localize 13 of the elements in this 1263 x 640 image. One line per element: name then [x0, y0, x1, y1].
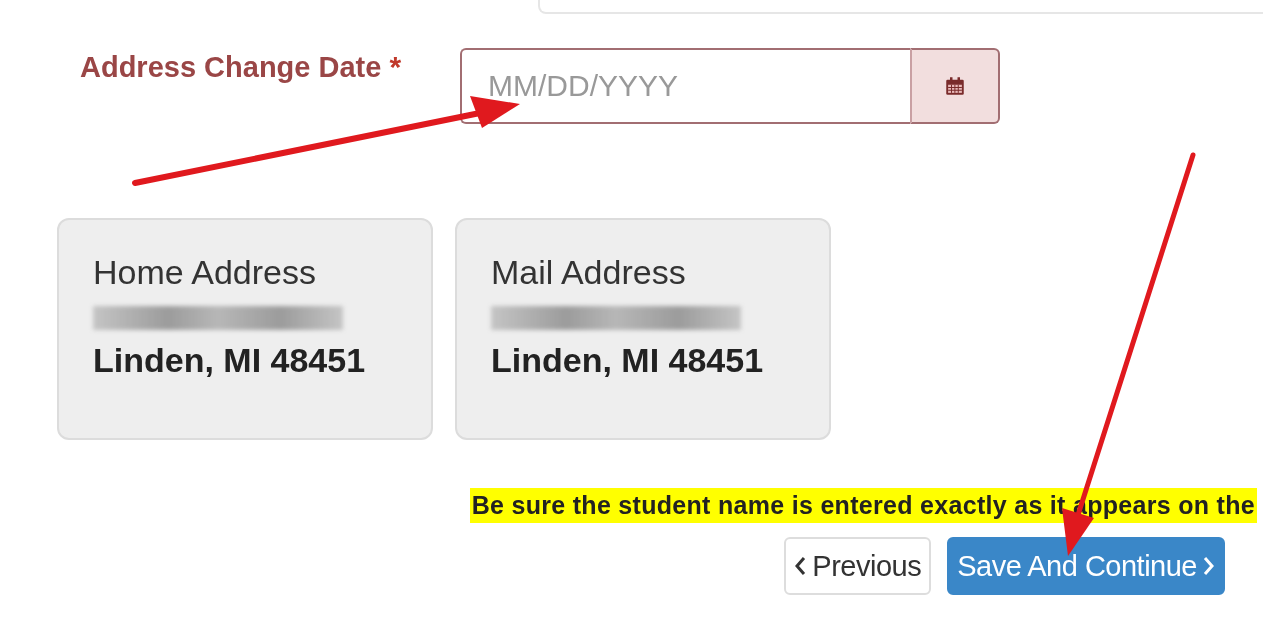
address-city: Linden, MI 48451 — [491, 340, 765, 381]
required-mark: * — [389, 50, 402, 83]
previous-button[interactable]: Previous — [784, 537, 932, 595]
address-title: Mail Address — [491, 252, 687, 293]
address-title: Home Address — [93, 252, 317, 293]
chevron-right-icon — [1203, 556, 1215, 576]
address-city: Linden, MI 48451 — [93, 340, 367, 381]
save-continue-button[interactable]: Save And Continue — [947, 537, 1225, 595]
calendar-button[interactable] — [910, 48, 1000, 124]
field-label: Address Change Date * — [79, 49, 403, 85]
calendar-icon — [945, 76, 965, 96]
date-input-field[interactable]: MM/DD/YYYY — [460, 48, 910, 124]
chevron-left-icon — [794, 556, 807, 576]
